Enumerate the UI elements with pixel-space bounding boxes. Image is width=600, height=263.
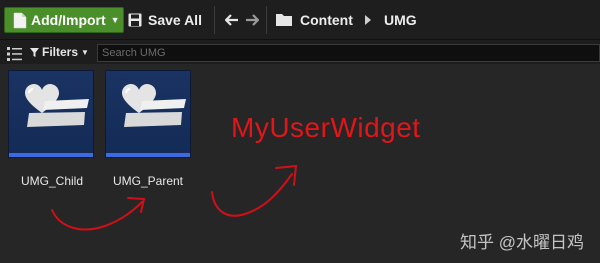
view-options-icon[interactable] bbox=[7, 47, 23, 61]
filters-label: Filters bbox=[42, 45, 79, 59]
add-import-button[interactable]: Add/Import ▼ bbox=[4, 7, 124, 33]
hand-drawn-arrow-head bbox=[127, 197, 146, 213]
watermark: 知乎 @水曜日鸡 bbox=[460, 233, 584, 252]
widget-blueprint-icon bbox=[122, 84, 186, 127]
filter-funnel-icon bbox=[30, 47, 39, 57]
toolbar-divider bbox=[214, 6, 215, 34]
hand-drawn-arrow bbox=[51, 201, 143, 231]
hand-drawn-arrow bbox=[211, 173, 293, 217]
annotation-label: MyUserWidget bbox=[231, 112, 421, 143]
asset-tile-umg-child[interactable] bbox=[8, 70, 94, 158]
toolbar-divider bbox=[266, 6, 267, 34]
breadcrumb-umg[interactable]: UMG bbox=[384, 12, 417, 28]
widget-blueprint-icon bbox=[25, 84, 89, 127]
filters-button[interactable]: Filters ▼ bbox=[30, 43, 90, 61]
annotation-arrows bbox=[51, 164, 298, 231]
folder-icon bbox=[276, 14, 292, 26]
save-all-label: Save All bbox=[148, 12, 202, 28]
save-icon bbox=[128, 13, 142, 27]
chevron-down-icon: ▼ bbox=[81, 47, 89, 57]
asset-tile-umg-parent[interactable] bbox=[105, 70, 191, 158]
add-import-label: Add/Import bbox=[31, 12, 106, 28]
breadcrumb-separator-icon[interactable] bbox=[365, 15, 371, 25]
breadcrumb-content[interactable]: Content bbox=[300, 12, 353, 28]
document-icon bbox=[13, 12, 27, 28]
chevron-down-icon: ▼ bbox=[110, 15, 120, 25]
forward-arrow-icon[interactable] bbox=[244, 10, 260, 30]
back-arrow-icon[interactable] bbox=[224, 10, 240, 30]
search-input[interactable] bbox=[97, 44, 600, 62]
save-all-button[interactable]: Save All bbox=[128, 7, 210, 33]
